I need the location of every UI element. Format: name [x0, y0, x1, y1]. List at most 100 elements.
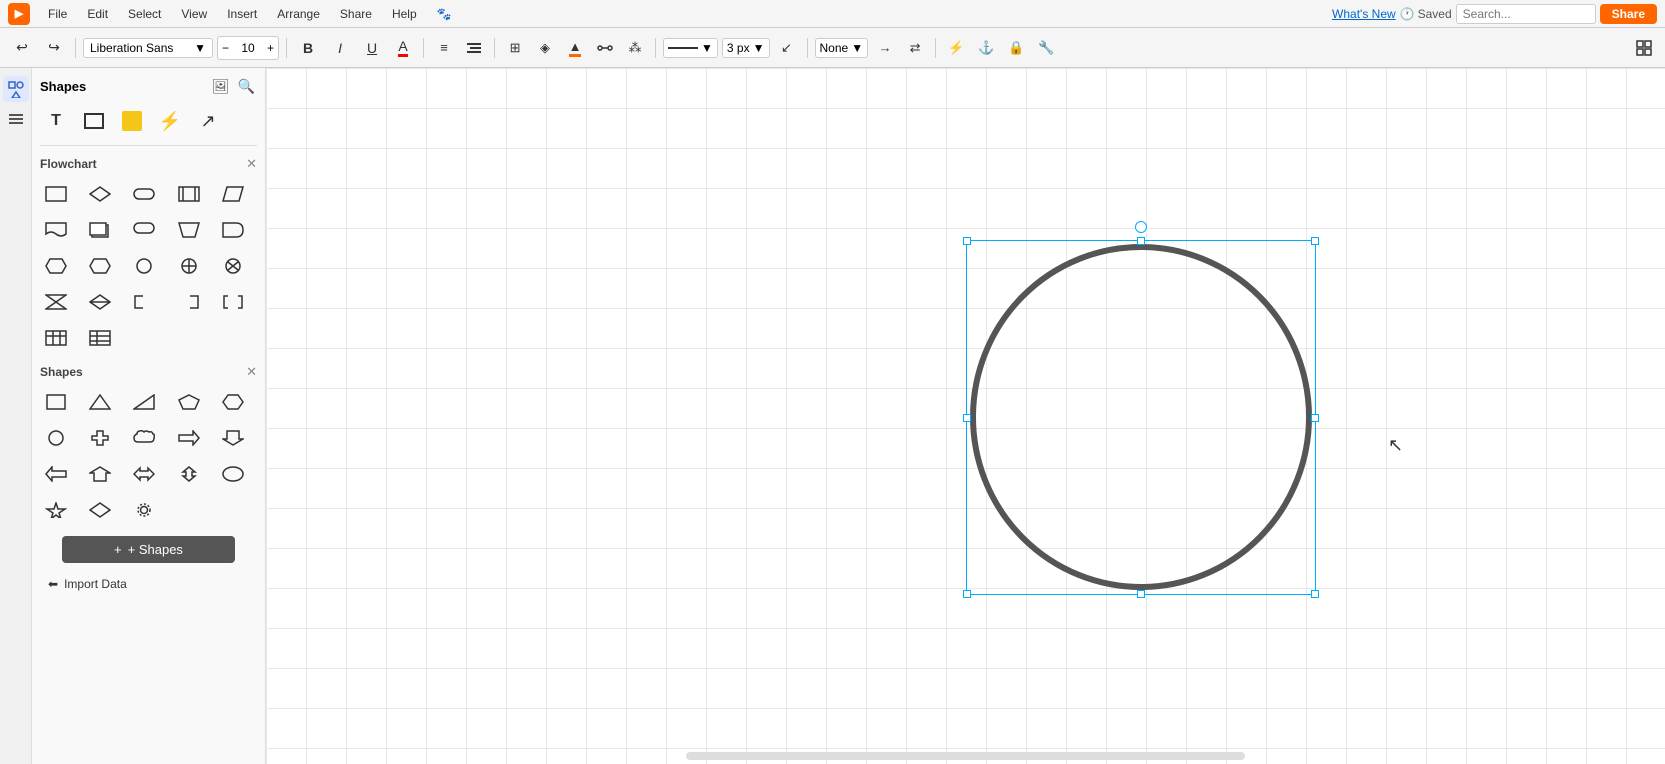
line-color-button[interactable]: ▲ [562, 35, 588, 61]
shape-circle-container[interactable] [966, 240, 1316, 595]
shape-table2[interactable] [84, 322, 116, 354]
shape-circle2[interactable] [40, 422, 72, 454]
shape-loop-limit[interactable] [84, 250, 116, 282]
arrow-start-selector[interactable]: None ▼ [815, 38, 869, 58]
handle-top-right[interactable] [1311, 237, 1319, 245]
shape-document[interactable] [40, 214, 72, 246]
shape-annotation-l[interactable] [173, 286, 205, 318]
font-size-decrease[interactable]: − [218, 41, 233, 55]
share-button[interactable]: Share [1600, 4, 1657, 24]
line-weight-selector[interactable]: 3 px ▼ [722, 38, 770, 58]
arrow-style-button[interactable]: → [872, 35, 898, 61]
panel-image-button[interactable]: 🖼 [210, 76, 232, 97]
shape-delay[interactable] [217, 214, 249, 246]
shape-start-end[interactable] [128, 250, 160, 282]
shape-preparation[interactable] [40, 250, 72, 282]
sidebar-icon-shapes[interactable] [3, 76, 29, 102]
shape-diamond[interactable] [84, 494, 116, 526]
shape-arrow-updown[interactable] [173, 458, 205, 490]
shape-annotation-rl[interactable] [217, 286, 249, 318]
shape-collate[interactable] [40, 286, 72, 318]
shape-multidoc[interactable] [84, 214, 116, 246]
shape-arrow-leftright[interactable] [128, 458, 160, 490]
handle-bottom-mid[interactable] [1137, 590, 1145, 598]
format-panel-button[interactable] [1631, 35, 1657, 61]
redo-button[interactable]: ↪ [40, 35, 68, 61]
handle-top-left[interactable] [963, 237, 971, 245]
undo-button[interactable]: ↩ [8, 35, 36, 61]
menu-select[interactable]: Select [120, 5, 169, 23]
lightning-button[interactable]: ⚡ [943, 35, 969, 61]
menu-share[interactable]: Share [332, 5, 380, 23]
qs-yellow[interactable] [116, 105, 148, 137]
align-right-button[interactable] [461, 35, 487, 61]
shape-process[interactable] [40, 178, 72, 210]
flowchart-section-title[interactable]: Flowchart ✕ [40, 156, 257, 172]
handle-top-mid[interactable] [1137, 237, 1145, 245]
shape-triangle[interactable] [84, 386, 116, 418]
shapes-section-title[interactable]: Shapes ✕ [40, 364, 257, 380]
shape-predefined[interactable] [173, 178, 205, 210]
app-logo[interactable]: ▶ [8, 3, 30, 25]
sidebar-icon-layers[interactable] [3, 106, 29, 132]
underline-button[interactable]: U [358, 35, 386, 61]
circle-shape[interactable] [966, 240, 1316, 595]
shape-data[interactable] [217, 178, 249, 210]
rotate-handle[interactable] [1135, 221, 1147, 233]
search-input-top[interactable] [1456, 4, 1596, 24]
shape-manual[interactable] [173, 214, 205, 246]
horizontal-scrollbar[interactable] [686, 752, 1246, 760]
flip-button[interactable]: ⇄ [902, 35, 928, 61]
import-data-button[interactable]: ⬅ Import Data [40, 571, 257, 597]
shape-arrow-up[interactable] [84, 458, 116, 490]
shape-star[interactable] [40, 494, 72, 526]
font-color-button[interactable]: A [390, 35, 416, 61]
shape-arrow-right[interactable] [173, 422, 205, 454]
handle-bottom-left[interactable] [963, 590, 971, 598]
waypoints-style-button[interactable]: ↙ [774, 35, 800, 61]
menu-file[interactable]: File [40, 5, 75, 23]
properties-button[interactable]: 🔧 [1033, 35, 1059, 61]
shape-summing[interactable] [217, 250, 249, 282]
menu-edit[interactable]: Edit [79, 5, 116, 23]
add-shapes-button[interactable]: + + Shapes [62, 536, 236, 563]
handle-bottom-right[interactable] [1311, 590, 1319, 598]
bold-button[interactable]: B [294, 35, 322, 61]
shape-offpage[interactable] [128, 214, 160, 246]
shape-table1[interactable] [40, 322, 72, 354]
shape-hexagon[interactable] [217, 386, 249, 418]
qs-text[interactable]: T [40, 105, 72, 137]
whats-new-link[interactable]: What's New [1332, 7, 1396, 21]
font-selector[interactable]: Liberation Sans ▼ [83, 38, 213, 58]
shape-arrow-down[interactable] [217, 422, 249, 454]
shape-arrow-left2[interactable] [40, 458, 72, 490]
waypoints-button[interactable]: ⁂ [622, 35, 648, 61]
shape-cross[interactable] [84, 422, 116, 454]
menu-extras[interactable]: 🐾 [429, 5, 460, 23]
shape-pentagon[interactable] [173, 386, 205, 418]
italic-button[interactable]: I [326, 35, 354, 61]
menu-view[interactable]: View [173, 5, 215, 23]
shape-annotation-r[interactable] [128, 286, 160, 318]
shape-terminal[interactable] [128, 178, 160, 210]
menu-insert[interactable]: Insert [219, 5, 265, 23]
shape-right-triangle[interactable] [128, 386, 160, 418]
font-size-increase[interactable]: + [263, 41, 278, 55]
align-left-button[interactable]: ≡ [431, 35, 457, 61]
qs-arrow[interactable]: ↗ [192, 105, 224, 137]
panel-search-button[interactable]: 🔍 [236, 76, 257, 97]
shape-sq[interactable] [40, 386, 72, 418]
canvas-area[interactable]: ↖ [266, 68, 1665, 764]
shape-gear[interactable] [128, 494, 160, 526]
menu-help[interactable]: Help [384, 5, 425, 23]
font-size-input[interactable] [233, 41, 263, 55]
handle-mid-right[interactable] [1311, 414, 1319, 422]
menu-arrange[interactable]: Arrange [269, 5, 328, 23]
qs-rect[interactable] [78, 105, 110, 137]
shape-ellipse[interactable] [217, 458, 249, 490]
flowchart-section-close[interactable]: ✕ [246, 156, 257, 172]
table-button[interactable]: ⊞ [502, 35, 528, 61]
line-style-selector[interactable]: ▼ [663, 38, 718, 58]
lock-button[interactable]: 🔒 [1003, 35, 1029, 61]
anchor-button[interactable]: ⚓ [973, 35, 999, 61]
